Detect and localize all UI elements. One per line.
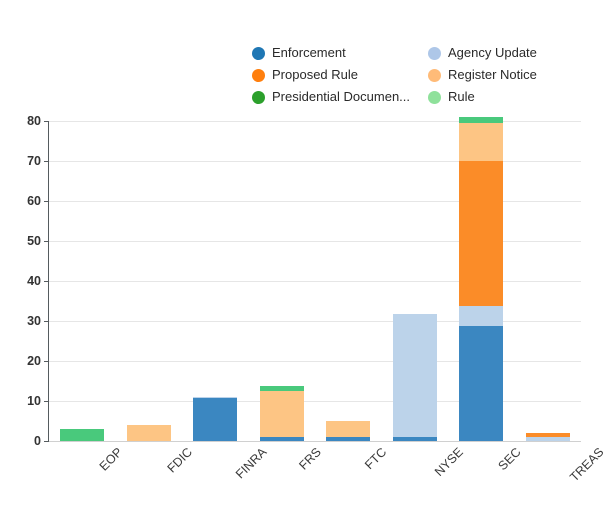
y-axis-tick-label: 50 [27, 234, 41, 248]
x-axis-tick-label: FINRA [233, 445, 270, 482]
legend-label: Presidential Documen... [272, 89, 411, 104]
plot-area: 0 10 20 30 40 50 60 70 80 [27, 114, 581, 448]
bar-group[interactable] [60, 121, 105, 441]
legend-item[interactable]: Presidential Documen... [252, 86, 428, 108]
y-axis-tick-label: 60 [27, 194, 41, 208]
y-axis-tick-label: 0 [34, 434, 41, 448]
legend-swatch-icon [252, 90, 265, 104]
y-axis-tick-label: 20 [27, 354, 41, 368]
y-axis-tick-label: 10 [27, 394, 41, 408]
legend-item[interactable]: Proposed Rule [252, 64, 428, 86]
bar-segment[interactable] [459, 161, 504, 307]
bar-group[interactable] [459, 117, 504, 441]
legend-item[interactable]: Enforcement [252, 42, 428, 64]
legend-swatch-icon [252, 68, 265, 82]
x-axis-tick-label: FDIC [164, 445, 195, 476]
legend-item[interactable]: Agency Update [428, 42, 604, 64]
legend-label: Proposed Rule [272, 67, 358, 82]
bar-group[interactable] [259, 121, 304, 441]
bar-group[interactable] [126, 121, 171, 441]
y-axis-tick-label: 40 [27, 274, 41, 288]
bar-segment[interactable] [193, 396, 238, 399]
bars-container [49, 117, 581, 441]
y-axis-tick-label: 70 [27, 154, 41, 168]
bar-segment[interactable] [126, 425, 171, 441]
bar-segment[interactable] [193, 398, 238, 441]
bar-segment[interactable] [60, 429, 105, 441]
bar-group[interactable] [525, 121, 570, 441]
x-axis-tick-label: SEC [495, 445, 524, 474]
y-axis-tick-label: 80 [27, 114, 41, 128]
legend-label: Enforcement [272, 45, 346, 60]
legend-label: Register Notice [448, 67, 537, 82]
x-axis-tick-label: FTC [362, 445, 390, 473]
legend-label: Rule [448, 89, 475, 104]
bar-group[interactable] [392, 121, 437, 441]
bar-segment[interactable] [459, 306, 504, 327]
bar-group[interactable] [193, 121, 238, 441]
legend-item[interactable]: Register Notice [428, 64, 604, 86]
legend-item[interactable]: Rule [428, 86, 604, 108]
x-axis-tick-label: TREAS [566, 445, 607, 485]
x-axis-tick-label: EOP [96, 445, 126, 474]
bar-segment[interactable] [259, 386, 304, 392]
chart-legend: Enforcement Agency Update Proposed Rule Reg… [252, 42, 604, 108]
legend-label: Agency Update [448, 45, 537, 60]
y-axis-tick-label: 30 [27, 314, 41, 328]
legend-swatch-icon [252, 46, 265, 60]
legend-swatch-icon [428, 90, 441, 104]
x-axis-tick-label: NYSE [431, 445, 466, 479]
bar-group[interactable] [326, 121, 371, 441]
legend-swatch-icon [428, 68, 441, 82]
bar-segment[interactable] [459, 326, 504, 441]
x-axis-tick-label: FRS [296, 445, 324, 473]
stacked-bar-chart: Enforcement Agency Update Proposed Rule Reg… [0, 0, 614, 516]
bar-segment[interactable] [392, 314, 437, 437]
bar-segment[interactable] [525, 433, 570, 437]
bar-segment[interactable] [326, 421, 371, 437]
bar-segment[interactable] [459, 123, 504, 161]
bar-segment[interactable] [259, 391, 304, 437]
x-axis-labels: EOP FDIC FINRA FRS FTC NYSE SEC TREAS [48, 441, 606, 513]
legend-swatch-icon [428, 46, 441, 60]
bar-segment[interactable] [459, 117, 504, 123]
